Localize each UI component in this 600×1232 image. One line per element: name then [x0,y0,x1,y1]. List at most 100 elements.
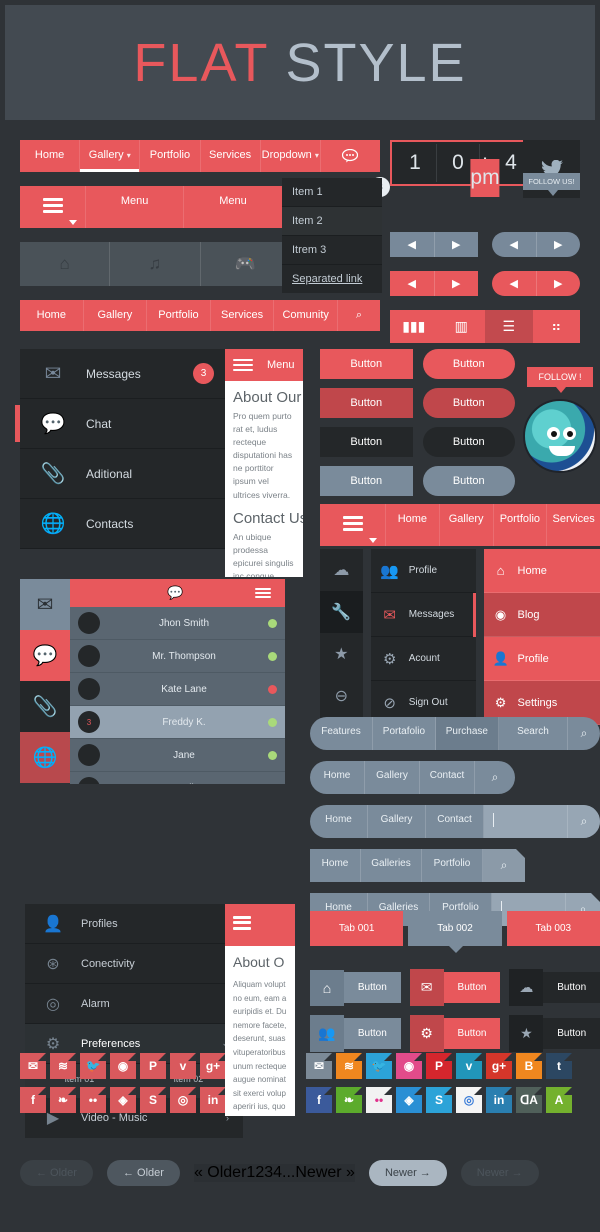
icon-button-home[interactable]: ⌂ Button [310,969,401,1006]
community-nav-portfolio[interactable]: Portfolio [147,300,211,331]
skype-icon[interactable]: S [426,1087,452,1113]
accordion-item-profiles[interactable]: 👤 Profiles › [25,904,243,944]
red-menu-item-profile[interactable]: 👤 Profile [483,637,600,681]
rss-icon[interactable]: ≋ [50,1053,76,1079]
facebook-icon[interactable]: f [20,1087,46,1113]
pager-prev-button[interactable]: ◀ [390,232,435,257]
community-nav[interactable]: Home Gallery Portfolio Services Comunity… [20,300,380,331]
pager-prev-button[interactable]: ◀ [390,271,435,296]
search-bar-expanded[interactable]: Home Gallery Contact ⌕ [310,805,600,838]
sidebar-item-messages[interactable]: ✉ Messages 3 [20,349,230,399]
flickr-icon[interactable]: •• [366,1087,392,1113]
searchbar2-contact[interactable]: Contact [420,761,475,794]
chat-contact-row[interactable]: Mr. Thompson [70,640,285,673]
wrench-icon[interactable]: 🔧 [320,591,363,633]
home-icon[interactable]: ⌂ [20,242,111,286]
nav-item-services[interactable]: Services [201,140,261,172]
flickr-icon[interactable]: •• [80,1087,106,1113]
chat-contact-row-selected[interactable]: 3 Freddy K. [70,706,285,739]
button-rounded-gray[interactable]: Button [422,466,515,496]
sidebar-item-contacts[interactable]: 🌐 Contacts [20,499,230,549]
pagination-older[interactable]: ← Older [106,1160,180,1186]
skype-icon[interactable]: S [140,1087,166,1113]
cloud-icon[interactable]: ☁ [320,549,363,591]
deviantart-icon[interactable]: ᗡA [516,1087,542,1113]
dropdown-item-2[interactable]: Item 2 [282,207,382,236]
googleplus-icon[interactable]: g+ [200,1053,226,1079]
pagination-newer-link[interactable]: Newer » [295,1164,355,1182]
social-color-row-2[interactable]: f ❧ •• ◈ S ◎ in ᗡA A [306,1087,572,1113]
globe-icon[interactable]: 🌐 [20,732,70,783]
chat-contact-row[interactable]: Jhon Smith [70,607,285,640]
picasa-icon[interactable]: ◎ [456,1087,482,1113]
facebook-icon[interactable]: f [306,1087,332,1113]
pagination-older-link[interactable]: « Older [194,1164,246,1182]
mail-icon[interactable]: ✉ [20,1053,46,1079]
searchbar3-gallery[interactable]: Gallery [368,805,426,838]
pinterest-icon[interactable]: P [140,1053,166,1079]
dropdown-separated-link[interactable]: Separated link [282,265,382,293]
blogger-icon[interactable]: B [516,1053,542,1079]
evernote-icon[interactable]: ❧ [336,1087,362,1113]
primary-nav[interactable]: Home Gallery ▾ Portfolio Services Dropdo… [20,140,380,172]
pager-next-button[interactable]: ▶ [435,232,479,257]
secondary-nav-home[interactable]: Home [386,504,440,546]
chat-bubble-icon[interactable] [321,140,380,172]
columns-view-icon[interactable]: ▥ [438,310,486,343]
search-bar-compact[interactable]: Home Gallery Contact ⌕ [310,761,515,794]
community-nav-comunity[interactable]: Comunity [274,300,338,331]
icon-button-users[interactable]: 👥 Button [310,1015,401,1052]
search-bar-fold[interactable]: Home Galleries Portfolio ⌕ [310,849,525,882]
minus-circle-icon[interactable]: ⊖ [320,675,363,717]
rss-icon[interactable]: ≋ [336,1053,362,1079]
pager-rounded-red[interactable]: ◀ ▶ [492,271,580,296]
dropdown-item-1[interactable]: Item 1 [282,178,382,207]
grid-view-icon[interactable]: ⠶ [533,310,581,343]
vimeo-icon[interactable]: v [456,1053,482,1079]
search-icon[interactable]: ⌕ [338,300,380,331]
button-square-red[interactable]: Button [320,349,413,379]
hamburger-icon[interactable] [320,504,386,546]
searchbar3-home[interactable]: Home [310,805,368,838]
searchbar3-contact[interactable]: Contact [426,805,484,838]
picasa-icon[interactable]: ◎ [170,1087,196,1113]
community-nav-services[interactable]: Services [211,300,275,331]
dropdown-menu[interactable]: Item 1 Item 2 Itrem 3 Separated link [282,178,382,293]
envelope-icon[interactable]: ✉ [20,579,70,630]
button-rounded-dark[interactable]: Button [422,427,515,457]
twitter-icon[interactable]: 🐦 [366,1053,392,1079]
secondary-nav-portfolio[interactable]: Portfolio [494,504,548,546]
chat-contact-row[interactable]: Kate Lane [70,673,285,706]
menu-item-acount[interactable]: ⚙ Acount [370,637,476,681]
view-mode-toolbar[interactable]: ▮▮▮ ▥ ☰ ⠶ [390,310,580,343]
pager-square-red[interactable]: ◀ ▶ [390,271,478,296]
button-rounded-dark-red[interactable]: Button [422,388,515,418]
pager-prev-button[interactable]: ◀ [492,232,537,257]
dribbble-icon[interactable]: ◉ [396,1053,422,1079]
community-nav-gallery[interactable]: Gallery [84,300,148,331]
accordion-card-header[interactable] [225,904,295,946]
vimeo-icon[interactable]: v [170,1053,196,1079]
pagination-group[interactable]: « Older 1 2 3 4 ... Newer » [193,1164,355,1182]
pager-next-button[interactable]: ▶ [537,232,581,257]
dribbble-icon[interactable]: ◉ [110,1053,136,1079]
search-icon[interactable]: ⌕ [568,805,600,838]
pager-next-button[interactable]: ▶ [435,271,479,296]
hamburger-icon[interactable] [20,186,86,228]
chat-contact-row[interactable]: Jane [70,739,285,772]
red-menu-item-blog[interactable]: ◉ Blog [483,593,600,637]
secondary-nav-services[interactable]: Services [547,504,600,546]
icon-rail[interactable]: ☁ 🔧 ★ ⊖ [320,549,363,725]
searchbar4-galleries[interactable]: Galleries [361,849,422,882]
pagination-page-3[interactable]: 3 [264,1164,273,1182]
about-card-header[interactable]: Menu [225,349,303,381]
nav-item-portfolio[interactable]: Portfolio [140,140,201,172]
linkedin-icon[interactable]: in [486,1087,512,1113]
button-square-dark-red[interactable]: Button [320,388,413,418]
twitter-icon[interactable]: 🐦 [80,1053,106,1079]
searchbar-portafolio[interactable]: Portafolio [373,717,436,750]
pager-prev-button[interactable]: ◀ [492,271,537,296]
search-input[interactable] [484,805,568,838]
pager-square-gray[interactable]: ◀ ▶ [390,232,478,257]
icon-button-envelope[interactable]: ✉ Button [409,969,501,1006]
